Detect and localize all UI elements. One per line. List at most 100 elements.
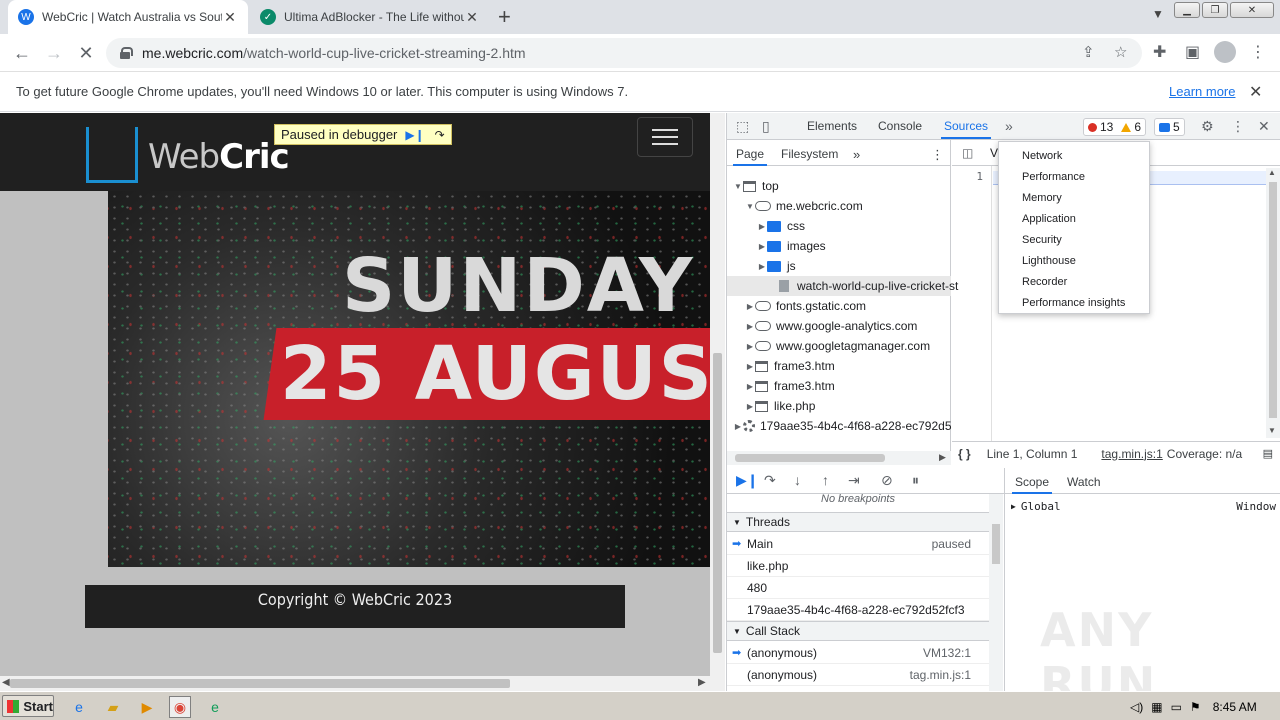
chrome-menu-icon[interactable]: ⋮ — [1250, 42, 1266, 62]
expand-triangle-icon[interactable]: ▶ — [745, 322, 755, 331]
minimize-button[interactable]: ▁ — [1174, 2, 1200, 18]
expand-triangle-icon[interactable]: ▶ — [745, 382, 755, 391]
stop-loading-icon[interactable]: ✕ — [75, 42, 97, 64]
issue-counters[interactable]: 13 6 5 — [1083, 118, 1185, 136]
tree-item[interactable]: ▼ me.webcric.com — [727, 196, 951, 216]
tree-item[interactable]: ▶ like.php — [727, 396, 951, 416]
volume-icon[interactable]: ◁) — [1130, 700, 1143, 714]
tree-item[interactable]: ▶ js — [727, 256, 951, 276]
scrollbar-thumb[interactable] — [735, 454, 885, 462]
tab-page[interactable]: Page — [732, 147, 768, 166]
profile-avatar[interactable] — [1214, 41, 1236, 63]
tree-item[interactable]: ▶ frame3.htm — [727, 376, 951, 396]
menu-hamburger-button[interactable] — [637, 117, 693, 157]
menu-item-recorder[interactable]: Recorder — [999, 272, 1149, 293]
menu-item-lighthouse[interactable]: Lighthouse — [999, 251, 1149, 272]
tree-item[interactable]: watch-world-cup-live-cricket-st — [727, 276, 958, 296]
menu-item-memory[interactable]: Memory — [999, 188, 1149, 209]
step-into-icon[interactable]: ↓ — [794, 472, 801, 488]
tree-item[interactable]: ▶ www.google-analytics.com — [727, 316, 951, 336]
tab-scope[interactable]: Scope — [1011, 475, 1053, 494]
tab-ultima-adblocker[interactable]: ✓ Ultima AdBlocker - The Life without Ad… — [250, 0, 490, 34]
scroll-right-icon[interactable]: ▶ — [698, 677, 706, 688]
side-panel-icon[interactable]: ▣ — [1185, 42, 1200, 62]
window-close-button[interactable]: ✕ — [1230, 2, 1274, 18]
menu-item-application[interactable]: Application — [999, 209, 1149, 230]
menu-item-security[interactable]: Security — [999, 230, 1149, 251]
thread-row[interactable]: 179aae35-4b4c-4f68-a228-ec792d52fcf3 — [727, 599, 989, 621]
bookmark-star-icon[interactable]: ☆ — [1114, 43, 1127, 61]
media-player-icon[interactable]: ▶ — [136, 696, 158, 718]
devtools-menu-icon[interactable]: ⋮ — [1231, 118, 1245, 135]
edge-icon[interactable]: e — [204, 696, 226, 718]
pretty-print-icon[interactable]: { } — [958, 447, 971, 461]
webcric-logo[interactable]: WebCric — [86, 123, 290, 183]
lock-icon[interactable] — [120, 47, 133, 59]
menu-item-performance-insights[interactable]: Performance insights — [999, 293, 1149, 314]
expand-triangle-icon[interactable]: ▶ — [757, 262, 767, 271]
inspect-element-icon[interactable]: ⬚ — [736, 118, 749, 135]
tab-filesystem[interactable]: Filesystem — [781, 147, 838, 161]
callstack-frame[interactable]: (anonymous) tag.min.js:1 — [727, 664, 989, 686]
step-over-icon[interactable]: ↷ — [764, 472, 776, 489]
expand-triangle-icon[interactable]: ▶ — [733, 422, 743, 431]
thread-row[interactable]: like.php — [727, 555, 989, 577]
tab-watch[interactable]: Watch — [1067, 475, 1101, 489]
tree-item[interactable]: ▶ 179aae35-4b4c-4f68-a228-ec792d5 — [727, 416, 952, 436]
expand-triangle-icon[interactable]: ▼ — [745, 202, 755, 211]
scroll-up-icon[interactable]: ▲ — [1268, 168, 1276, 177]
flag-icon[interactable]: ⚑ — [1190, 700, 1201, 714]
tab-elements[interactable]: Elements — [807, 119, 857, 133]
scrollbar-thumb[interactable] — [992, 524, 1000, 564]
editor-vertical-scrollbar[interactable]: ▲ ▼ — [1266, 168, 1280, 438]
editor-file-tab[interactable]: V — [990, 146, 998, 160]
close-devtools-icon[interactable]: ✕ — [1258, 118, 1270, 135]
more-tabs-chevron-icon[interactable]: » — [1005, 118, 1013, 134]
start-button[interactable]: Start — [2, 695, 54, 717]
more-navigator-tabs-icon[interactable]: » — [853, 147, 860, 162]
scrollbar-thumb[interactable] — [1269, 182, 1277, 418]
expand-triangle-icon[interactable]: ▶ — [745, 362, 755, 371]
address-bar[interactable]: me.webcric.com/watch-world-cup-live-cric… — [106, 38, 1142, 68]
navigator-horizontal-scrollbar[interactable]: ▶ — [727, 451, 951, 465]
tree-item[interactable]: ▶ www.googletagmanager.com — [727, 336, 951, 356]
video-player[interactable]: SUNDAY 25 AUGUST — [108, 191, 710, 567]
tree-item[interactable]: ▶ images — [727, 236, 951, 256]
usb-icon[interactable]: ▭ — [1171, 700, 1182, 714]
forward-arrow-icon[interactable]: → — [43, 42, 65, 64]
deactivate-breakpoints-icon[interactable]: ⊘ — [881, 472, 893, 489]
callstack-section-header[interactable]: ▼ Call Stack — [727, 621, 989, 641]
expand-triangle-icon[interactable]: ▶ — [745, 402, 755, 411]
resume-icon[interactable]: ▶❙ — [736, 472, 759, 489]
infobar-close-icon[interactable]: ✕ — [1249, 82, 1262, 102]
share-icon[interactable]: ⇪ — [1082, 43, 1095, 61]
scroll-left-icon[interactable]: ◀ — [2, 677, 10, 688]
tab-search-chevron-icon[interactable]: ▼ — [1152, 7, 1164, 21]
menu-item-performance[interactable]: Performance — [999, 167, 1149, 188]
toggle-navigator-icon[interactable]: ◫ — [962, 146, 973, 160]
device-toolbar-icon[interactable]: ▯ — [762, 118, 770, 135]
page-horizontal-scrollbar[interactable]: ◀ ▶ — [0, 676, 710, 691]
expand-triangle-icon[interactable]: ▶ — [757, 222, 767, 231]
toggle-debugger-sidebar-icon[interactable]: ▤ — [1263, 447, 1273, 460]
close-icon[interactable]: ✕ — [464, 9, 480, 26]
source-file-link[interactable]: tag.min.js:1 — [1101, 447, 1162, 461]
settings-gear-icon[interactable]: ⚙ — [1201, 118, 1214, 135]
expand-triangle-icon[interactable]: ▶ — [757, 242, 767, 251]
scrollbar-thumb[interactable] — [10, 679, 510, 688]
tab-console[interactable]: Console — [878, 119, 922, 133]
close-icon[interactable]: ✕ — [222, 9, 238, 26]
expand-triangle-icon[interactable]: ▼ — [733, 182, 743, 191]
expand-triangle-icon[interactable]: ▶ — [745, 342, 755, 351]
back-arrow-icon[interactable]: ← — [11, 42, 33, 64]
internet-explorer-icon[interactable]: e — [68, 696, 90, 718]
navigator-menu-icon[interactable]: ⋮ — [931, 147, 944, 163]
scroll-down-icon[interactable]: ▼ — [1268, 426, 1276, 435]
file-explorer-icon[interactable]: ▰ — [102, 696, 124, 718]
threads-section-header[interactable]: ▼ Threads — [727, 512, 989, 532]
tree-item[interactable]: ▶ css — [727, 216, 951, 236]
scope-global-row[interactable]: ▶ Global Window — [1011, 500, 1276, 513]
thread-row[interactable]: 480 — [727, 577, 989, 599]
network-icon[interactable]: ▦ — [1151, 700, 1162, 714]
step-icon[interactable]: ⇥ — [848, 472, 860, 489]
